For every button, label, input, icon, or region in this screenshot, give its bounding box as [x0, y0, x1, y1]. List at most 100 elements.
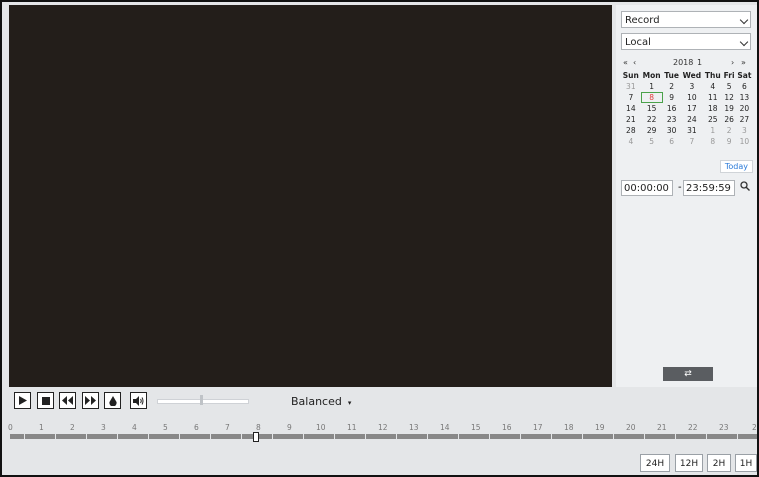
timeline-bar[interactable]	[10, 434, 757, 439]
calendar-day[interactable]: 9	[722, 136, 735, 147]
timeline-hour-label: 5	[163, 423, 168, 432]
zoom-12h-button[interactable]: 12H	[675, 454, 703, 472]
calendar-day[interactable]: 28	[621, 125, 641, 136]
video-view[interactable]	[9, 5, 612, 387]
storage-location-select[interactable]: Local	[621, 33, 751, 50]
speaker-icon	[133, 395, 144, 406]
timeline-hour-label: 21	[657, 423, 667, 432]
calendar-day[interactable]: 17	[681, 103, 704, 114]
timeline-tick	[365, 434, 366, 439]
calendar-day[interactable]: 2	[663, 81, 681, 92]
timeline-tick	[55, 434, 56, 439]
calendar-day[interactable]: 7	[621, 92, 641, 103]
capture-button[interactable]	[104, 392, 121, 409]
next-year-button[interactable]: »	[741, 58, 746, 67]
calendar-day[interactable]: 21	[621, 114, 641, 125]
calendar-day[interactable]: 20	[736, 103, 753, 114]
stop-button[interactable]	[37, 392, 54, 409]
play-button[interactable]	[14, 392, 31, 409]
volume-slider[interactable]	[157, 399, 249, 404]
prev-year-button[interactable]: «	[623, 58, 628, 67]
calendar-day[interactable]: 5	[722, 81, 735, 92]
zoom-1h-button[interactable]: 1H	[735, 454, 757, 472]
timeline-tick	[334, 434, 335, 439]
timeline-tick	[613, 434, 614, 439]
timeline-hour-label: 23	[719, 423, 729, 432]
record-type-select[interactable]: Record	[621, 11, 751, 28]
calendar-day[interactable]: 3	[736, 125, 753, 136]
calendar-day[interactable]: 29	[641, 125, 663, 136]
calendar-day[interactable]: 2	[722, 125, 735, 136]
fast-forward-icon	[85, 396, 96, 405]
timeline-tick	[706, 434, 707, 439]
timeline-tick	[210, 434, 211, 439]
calendar-day[interactable]: 30	[663, 125, 681, 136]
calendar-day[interactable]: 8	[703, 136, 722, 147]
calendar-day[interactable]: 25	[703, 114, 722, 125]
zoom-24h-button[interactable]: 24H	[640, 454, 670, 472]
record-type-value: Record	[625, 15, 660, 26]
chevron-down-icon	[739, 37, 749, 47]
timeline-hour-label: 7	[225, 423, 230, 432]
calendar-day[interactable]: 11	[703, 92, 722, 103]
calendar-day[interactable]: 4	[621, 136, 641, 147]
calendar-day[interactable]: 7	[681, 136, 704, 147]
calendar-day[interactable]: 14	[621, 103, 641, 114]
timeline-hour-label: 11	[347, 423, 357, 432]
stream-quality-select[interactable]: Balanced ▾	[291, 395, 351, 408]
calendar-day[interactable]: 31	[621, 81, 641, 92]
calendar-day[interactable]: 26	[722, 114, 735, 125]
timeline-tick	[427, 434, 428, 439]
search-icon[interactable]	[740, 181, 750, 191]
calendar-day[interactable]: 19	[722, 103, 735, 114]
timeline-tick	[303, 434, 304, 439]
calendar-day[interactable]: 9	[663, 92, 681, 103]
today-button[interactable]: Today	[719, 160, 753, 173]
timeline-hour-label: 10	[316, 423, 326, 432]
switch-button[interactable]: ⇄	[663, 367, 713, 381]
calendar-day[interactable]: 12	[722, 92, 735, 103]
calendar-grid: Sun Mon Tue Wed Thu Fri Sat 31 1 2 3 4 5 6 7 8 9 10 11 12 1…	[621, 70, 753, 147]
timeline-tick	[24, 434, 25, 439]
calendar-day[interactable]: 24	[681, 114, 704, 125]
slow-play-button[interactable]	[59, 392, 76, 409]
calendar-day[interactable]: 13	[736, 92, 753, 103]
calendar-day[interactable]: 27	[736, 114, 753, 125]
calendar-day[interactable]: 18	[703, 103, 722, 114]
calendar-day[interactable]: 10	[681, 92, 704, 103]
end-time-input[interactable]: 23:59:59	[683, 180, 735, 196]
weekday-row: Sun Mon Tue Wed Thu Fri Sat	[621, 70, 753, 81]
volume-slider-thumb[interactable]	[200, 395, 203, 405]
calendar-day[interactable]: 6	[736, 81, 753, 92]
calendar-day[interactable]: 22	[641, 114, 663, 125]
zoom-2h-button[interactable]: 2H	[707, 454, 731, 472]
timeline-hour-label: 1	[39, 423, 44, 432]
start-time-input[interactable]: 00:00:00	[621, 180, 673, 196]
timeline-tick	[241, 434, 242, 439]
calendar-week: 7 8 9 10 11 12 13	[621, 92, 753, 103]
prev-month-button[interactable]: ‹	[633, 58, 636, 67]
calendar-day[interactable]: 15	[641, 103, 663, 114]
calendar-week: 31 1 2 3 4 5 6	[621, 81, 753, 92]
calendar-week: 21 22 23 24 25 26 27	[621, 114, 753, 125]
next-month-button[interactable]: ›	[731, 58, 734, 67]
calendar-day[interactable]: 23	[663, 114, 681, 125]
timeline-tick	[737, 434, 738, 439]
calendar-day[interactable]: 6	[663, 136, 681, 147]
calendar-day[interactable]: 1	[641, 81, 663, 92]
calendar-day[interactable]: 31	[681, 125, 704, 136]
calendar-day[interactable]: 1	[703, 125, 722, 136]
calendar-day[interactable]: 3	[681, 81, 704, 92]
fast-play-button[interactable]	[82, 392, 99, 409]
timeline-cursor[interactable]	[253, 432, 259, 442]
calendar-day[interactable]: 10	[736, 136, 753, 147]
rewind-icon	[62, 396, 73, 405]
audio-button[interactable]	[130, 392, 147, 409]
calendar-day[interactable]: 8	[640, 92, 663, 103]
timeline-tick	[489, 434, 490, 439]
timeline-tick	[458, 434, 459, 439]
calendar-day[interactable]: 16	[663, 103, 681, 114]
calendar-day[interactable]: 5	[641, 136, 663, 147]
storage-location-value: Local	[625, 37, 651, 48]
calendar-day[interactable]: 4	[703, 81, 722, 92]
